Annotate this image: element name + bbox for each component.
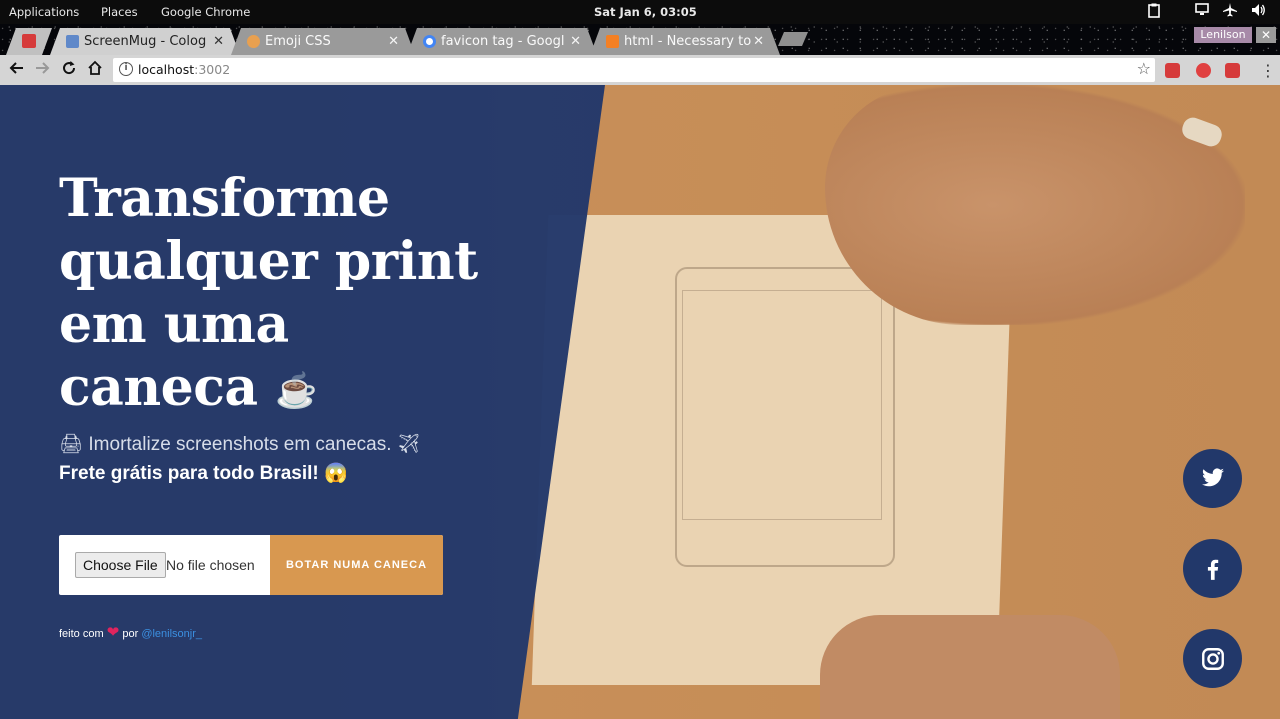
tab-favicon-google[interactable]: favicon tag - Googl ✕	[407, 28, 597, 55]
coffee-cup-icon: ☕	[275, 371, 318, 411]
stackoverflow-favicon-icon	[606, 35, 619, 48]
pinned-tab[interactable]	[6, 28, 52, 55]
profile-button[interactable]: Lenilson	[1194, 27, 1252, 43]
upload-form: Choose File No file chosen BOTAR NUMA CA…	[59, 535, 443, 595]
menu-kebab-icon[interactable]: ⋮	[1260, 61, 1276, 80]
background-fingers	[820, 615, 1120, 719]
tab-title: ScreenMug - Colog	[84, 34, 207, 49]
display-icon[interactable]	[1194, 3, 1210, 19]
hero-title: Transforme qualquer print em uma caneca …	[59, 168, 478, 418]
tab-title: Emoji CSS	[265, 34, 331, 49]
file-status-label: No file chosen	[166, 557, 255, 573]
choose-file-button[interactable]: Choose File	[75, 552, 166, 578]
volume-icon[interactable]	[1250, 3, 1266, 19]
author-link[interactable]: @lenilsonjr_	[141, 628, 202, 640]
lastpass-extension-icon[interactable]	[1165, 63, 1180, 78]
clipboard-icon[interactable]	[1146, 3, 1162, 19]
background-hand	[825, 85, 1245, 325]
airplane-mode-icon[interactable]	[1222, 3, 1238, 19]
places-menu[interactable]: Places	[101, 5, 138, 19]
todoist-app-icon	[22, 34, 36, 48]
applications-menu[interactable]: Applications	[9, 5, 79, 19]
close-tab-icon[interactable]: ✕	[388, 28, 399, 55]
home-button[interactable]	[85, 60, 105, 80]
window-close-button[interactable]: ✕	[1256, 27, 1276, 43]
tab-html-necessary[interactable]: html - Necessary to ✕	[590, 28, 780, 55]
tab-title: html - Necessary to	[624, 34, 752, 49]
screenmug-favicon-icon	[66, 35, 79, 48]
url-text: localhost:3002	[138, 62, 231, 77]
browser-toolbar: i localhost:3002 ☆ ⋮	[0, 55, 1280, 85]
printer-icon: 🖨	[59, 434, 84, 455]
facebook-icon	[1207, 559, 1219, 580]
back-button[interactable]	[6, 60, 26, 80]
tab-screenmug[interactable]: ScreenMug - Colog ✕	[50, 28, 240, 55]
free-shipping-text: Frete grátis para todo Brasil!	[59, 463, 319, 484]
todoist-extension-icon[interactable]	[1225, 63, 1240, 78]
bookmark-star-icon[interactable]: ☆	[1137, 59, 1151, 78]
reload-button[interactable]	[59, 60, 79, 80]
make-mug-button[interactable]: BOTAR NUMA CANECA	[270, 535, 443, 595]
google-favicon-icon	[423, 35, 436, 48]
site-info-icon[interactable]: i	[119, 62, 133, 76]
hero-subtitle: 🖨 Imortalize screenshots em canecas. ✈ F…	[59, 434, 421, 484]
airplane-icon: ✈	[396, 434, 421, 455]
address-bar[interactable]: i localhost:3002 ☆	[113, 58, 1155, 82]
heart-icon: ❤	[106, 624, 120, 641]
page-content: Transforme qualquer print em uma caneca …	[0, 85, 1280, 719]
system-top-bar: Applications Places Google Chrome Sat Ja…	[0, 0, 1280, 24]
facebook-button[interactable]	[1183, 539, 1242, 598]
forward-button[interactable]	[33, 60, 53, 80]
close-tab-icon[interactable]: ✕	[570, 28, 581, 55]
google-chrome-menu[interactable]: Google Chrome	[161, 5, 250, 19]
instagram-button[interactable]	[1183, 629, 1242, 688]
twitter-icon	[1202, 468, 1224, 487]
close-tab-icon[interactable]: ✕	[753, 28, 764, 55]
browser-tab-strip: ScreenMug - Colog ✕ Emoji CSS ✕ favicon …	[0, 24, 1280, 55]
close-tab-icon[interactable]: ✕	[213, 28, 224, 55]
twitter-button[interactable]	[1183, 449, 1242, 508]
thumbs-up-favicon-icon	[247, 35, 260, 48]
system-tray	[1146, 3, 1266, 19]
tab-emoji-css[interactable]: Emoji CSS ✕	[231, 28, 415, 55]
tab-title: favicon tag - Googl	[441, 34, 565, 49]
background-phone-sketch-screen	[682, 290, 882, 520]
scream-face-icon: 😱	[324, 463, 348, 484]
system-clock[interactable]: Sat Jan 6, 03:05	[594, 5, 697, 19]
pocket-extension-icon[interactable]	[1196, 63, 1211, 78]
footer-credit: feito com ❤ por @lenilsonjr_	[59, 624, 203, 641]
instagram-icon	[1202, 648, 1224, 670]
